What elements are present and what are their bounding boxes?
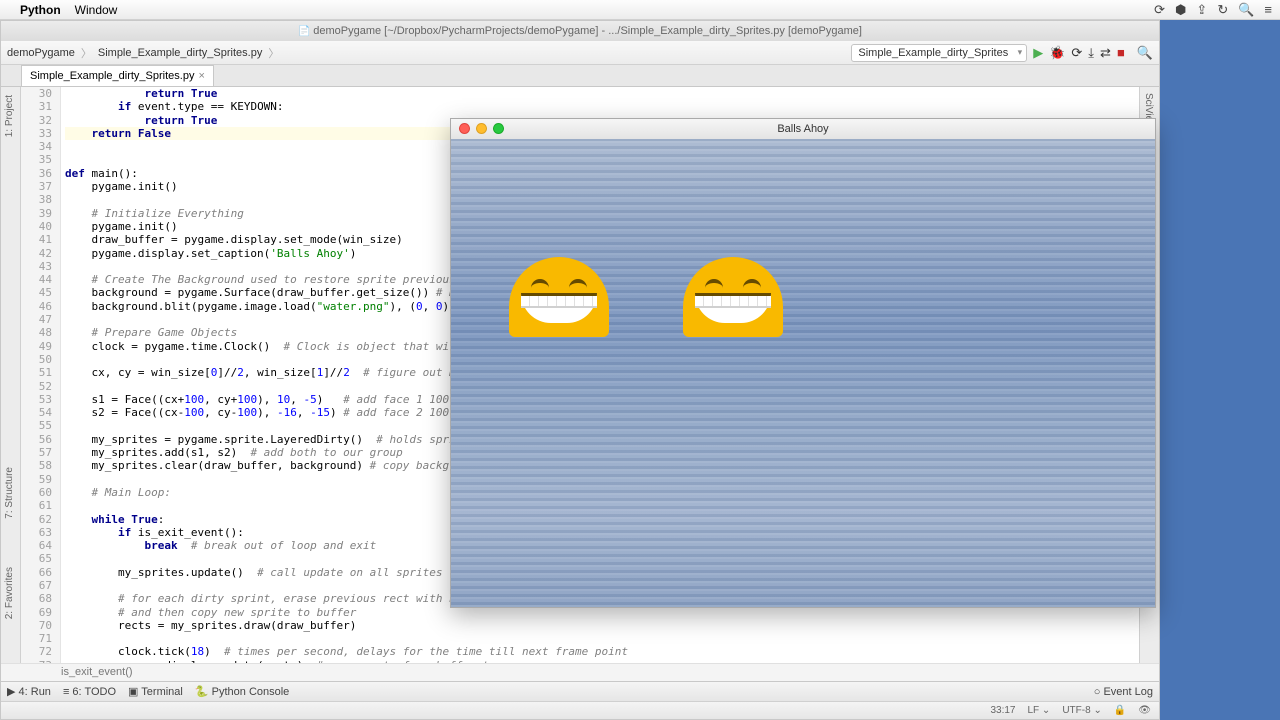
dropbox-icon[interactable]: ⬢ [1175, 2, 1186, 18]
minimize-icon[interactable] [476, 123, 487, 134]
cursor-position: 33:17 [990, 705, 1015, 716]
run-icon[interactable]: ▶ [1033, 45, 1043, 61]
macos-menubar: Python Window ⟳ ⬢ ⇪ ↻ 🔍 ≡ [0, 0, 1280, 20]
breadcrumb-file[interactable]: Simple_Example_dirty_Sprites.py [98, 47, 262, 59]
attach-icon[interactable]: ⇄ [1100, 45, 1111, 61]
menubar-status-icons: ⟳ ⬢ ⇪ ↻ 🔍 ≡ [1154, 2, 1272, 18]
tool-python-console[interactable]: 🐍 Python Console [195, 685, 289, 698]
coverage-icon[interactable]: ⟳ [1071, 45, 1082, 61]
app-name[interactable]: Python [20, 3, 61, 17]
pygame-title: Balls Ahoy [777, 123, 828, 135]
line-gutter: 3031323334353637383940414243444546474849… [21, 87, 61, 663]
close-icon[interactable] [459, 123, 470, 134]
profile-icon[interactable]: ⤓ [1088, 45, 1094, 61]
pygame-titlebar: Balls Ahoy [451, 119, 1155, 139]
tool-project[interactable]: 1: Project [4, 95, 15, 137]
tool-structure[interactable]: 7: Structure [4, 467, 15, 519]
run-config-selector[interactable]: Simple_Example_dirty_Sprites [851, 44, 1027, 62]
close-icon[interactable]: × [198, 70, 204, 82]
left-tool-strip: 1: Project 7: Structure 2: Favorites [1, 87, 21, 663]
status-bar: 33:17 LF ⌄ UTF-8 ⌄ 🔒 👁 [1, 701, 1159, 719]
run-buttons: ▶ 🐞 ⟳ ⤓ ⇄ ■ 🔍 [1033, 45, 1153, 61]
menu-icon[interactable]: ≡ [1264, 2, 1272, 18]
pygame-window[interactable]: Balls Ahoy [450, 118, 1156, 608]
clock-icon[interactable]: ↻ [1217, 2, 1228, 18]
lock-icon[interactable]: 🔒 [1114, 705, 1126, 716]
breadcrumb-folder[interactable]: demoPygame [7, 47, 75, 59]
maximize-icon[interactable] [493, 123, 504, 134]
face-sprite [509, 257, 609, 337]
search-icon[interactable]: 🔍 [1238, 2, 1254, 18]
editor-breadcrumb[interactable]: is_exit_event() [1, 663, 1159, 681]
editor-tabs: Simple_Example_dirty_Sprites.py × [1, 65, 1159, 87]
tab-label: Simple_Example_dirty_Sprites.py [30, 70, 194, 82]
tool-terminal[interactable]: ▣ Terminal [128, 685, 183, 698]
tool-todo[interactable]: ≡ 6: TODO [63, 686, 116, 698]
tab-file[interactable]: Simple_Example_dirty_Sprites.py × [21, 65, 214, 86]
breadcrumb-sep: 〉 [264, 45, 283, 61]
window-title: demoPygame [~/Dropbox/PycharmProjects/de… [1, 21, 1159, 41]
breadcrumb[interactable]: demoPygame 〉 Simple_Example_dirty_Sprite… [7, 45, 283, 61]
traffic-lights [459, 123, 504, 134]
tool-favorites[interactable]: 2: Favorites [4, 567, 15, 619]
hector-icon[interactable]: 👁 [1138, 705, 1151, 716]
encoding[interactable]: UTF-8 ⌄ [1062, 705, 1102, 716]
bottom-tool-bar: ▶ 4: Run ≡ 6: TODO ▣ Terminal 🐍 Python C… [1, 681, 1159, 701]
sync-icon[interactable]: ⟳ [1154, 2, 1165, 18]
event-log[interactable]: ○ Event Log [1094, 686, 1153, 698]
debug-icon[interactable]: 🐞 [1049, 45, 1065, 61]
game-canvas[interactable] [451, 139, 1155, 607]
upload-icon[interactable]: ⇪ [1196, 2, 1207, 18]
toolbar: demoPygame 〉 Simple_Example_dirty_Sprite… [1, 41, 1159, 65]
stop-icon[interactable]: ■ [1117, 45, 1125, 60]
line-ending[interactable]: LF ⌄ [1027, 705, 1050, 716]
menu-window[interactable]: Window [75, 3, 118, 17]
face-sprite [683, 257, 783, 337]
breadcrumb-sep: 〉 [77, 45, 96, 61]
search-everywhere-icon[interactable]: 🔍 [1137, 45, 1153, 61]
tool-run[interactable]: ▶ 4: Run [7, 685, 51, 698]
